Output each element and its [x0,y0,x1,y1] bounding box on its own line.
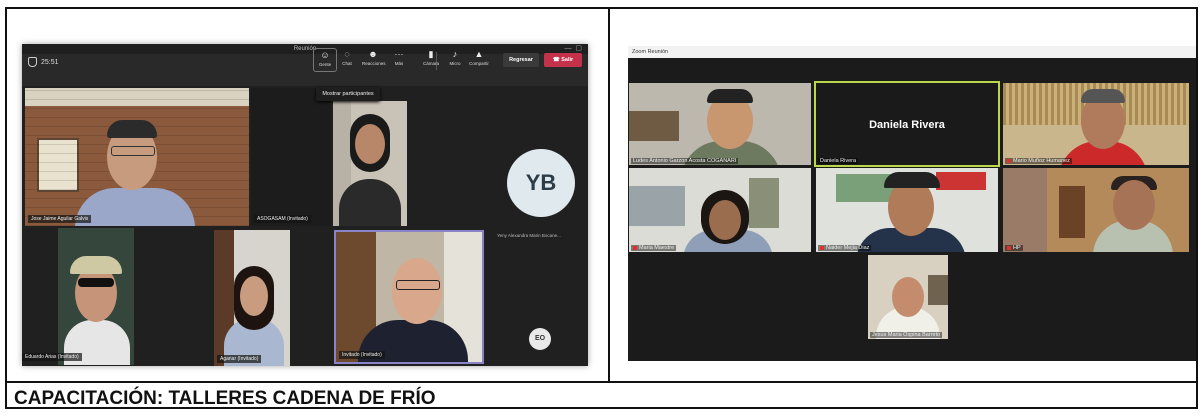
column-divider [608,7,610,382]
participant-name: Aganar (Invitado) [217,355,262,363]
camera-icon: ▮ [428,49,434,59]
chat-button[interactable]: ◌ Chat [336,48,358,72]
participant-name: Jesus Maria Ospina Barreto [870,332,943,338]
chat-icon: ◌ [344,49,350,59]
reactions-button[interactable]: ☻ Reacciones [362,48,386,72]
zoom-title-bar: Zoom Reunión [628,46,1196,58]
reactions-icon: ☻ [368,49,378,59]
caption-divider [5,381,1198,383]
figure-caption: CAPACITACIÓN: TALLERES CADENA DE FRÍO [14,388,436,409]
participant-tile[interactable] [333,101,407,226]
muted-mic-icon [1007,245,1011,250]
participant-tile[interactable]: ASOGASAM (Invitado) [251,88,331,226]
zoom-meeting-window: Zoom Reunión Ludes Antonio Garzon Acosta… [628,46,1196,361]
participant-tile[interactable]: Ludes Antonio Garzon Acosta COGANARI [629,83,811,165]
participant-name: Eduardo Arias (Invitado) [22,353,82,361]
meeting-timer: 25:51 [28,57,59,67]
participant-tile[interactable]: Maria Maestre [629,168,811,252]
participant-name: Jose Jaime Aguilar Galvis [28,215,92,223]
participant-name: Daniela Rivera [818,158,859,164]
return-button[interactable]: Regresar [503,53,539,67]
participant-name: Mario Muñoz Humanez [1005,158,1072,164]
participant-name: Invitado (Invitado) [339,351,385,359]
participant-tile[interactable]: HP [1003,168,1189,252]
leave-button[interactable]: ☎ Salir [544,53,582,67]
muted-mic-icon [820,245,824,250]
more-icon: ··· [394,49,404,59]
muted-mic-icon [633,245,637,250]
participant-avatar[interactable]: YB [507,149,575,217]
muted-mic-icon [1007,158,1011,163]
people-icon: ☺ [320,50,330,60]
more-button[interactable]: ··· Más [388,48,410,72]
teams-meeting-window: Reunión — ▢ 25:51 ☺ Gente ◌ Chat ☻ Reaccion… [22,44,588,366]
shield-icon [28,57,37,67]
people-button[interactable]: ☺ Gente [313,48,337,72]
share-button[interactable]: ▲ Compartir [468,48,490,72]
participant-tile[interactable]: Jesus Maria Ospina Barreto [868,255,948,339]
participant-tile[interactable]: Jose Jaime Aguilar Galvis [25,88,249,226]
participant-tile[interactable]: Mario Muñoz Humanez [1003,83,1189,165]
participant-name: ASOGASAM (Invitado) [254,215,311,223]
show-participants-tooltip: Mostrar participantes [316,87,380,101]
share-icon: ▲ [474,49,484,59]
participant-tile[interactable]: Invitado (Invitado) [334,230,484,364]
participant-name: Yeny Alexandra Marin Bocane... [497,233,561,238]
microphone-icon: ♪ [452,49,458,59]
participant-tile-active-speaker[interactable]: Daniela Rivera Daniela Rivera [814,81,1000,167]
participant-display-name: Daniela Rivera [869,119,945,131]
camera-button[interactable]: ▮ Cámara [420,48,442,72]
participant-tile[interactable]: Aganar (Invitado) [214,230,290,366]
participant-avatar[interactable]: EO [529,328,551,350]
participant-name: Naider Mejia Diaz [818,245,872,251]
participant-name: Maria Maestre [631,245,677,251]
participant-name: HP [1005,245,1023,251]
participant-name: Ludes Antonio Garzon Acosta COGANARI [631,158,739,164]
participant-tile[interactable]: Naider Mejia Diaz [816,168,998,252]
mic-button[interactable]: ♪ Micro [444,48,466,72]
participant-tile[interactable] [58,228,134,365]
phone-icon: ☎ [552,57,562,63]
